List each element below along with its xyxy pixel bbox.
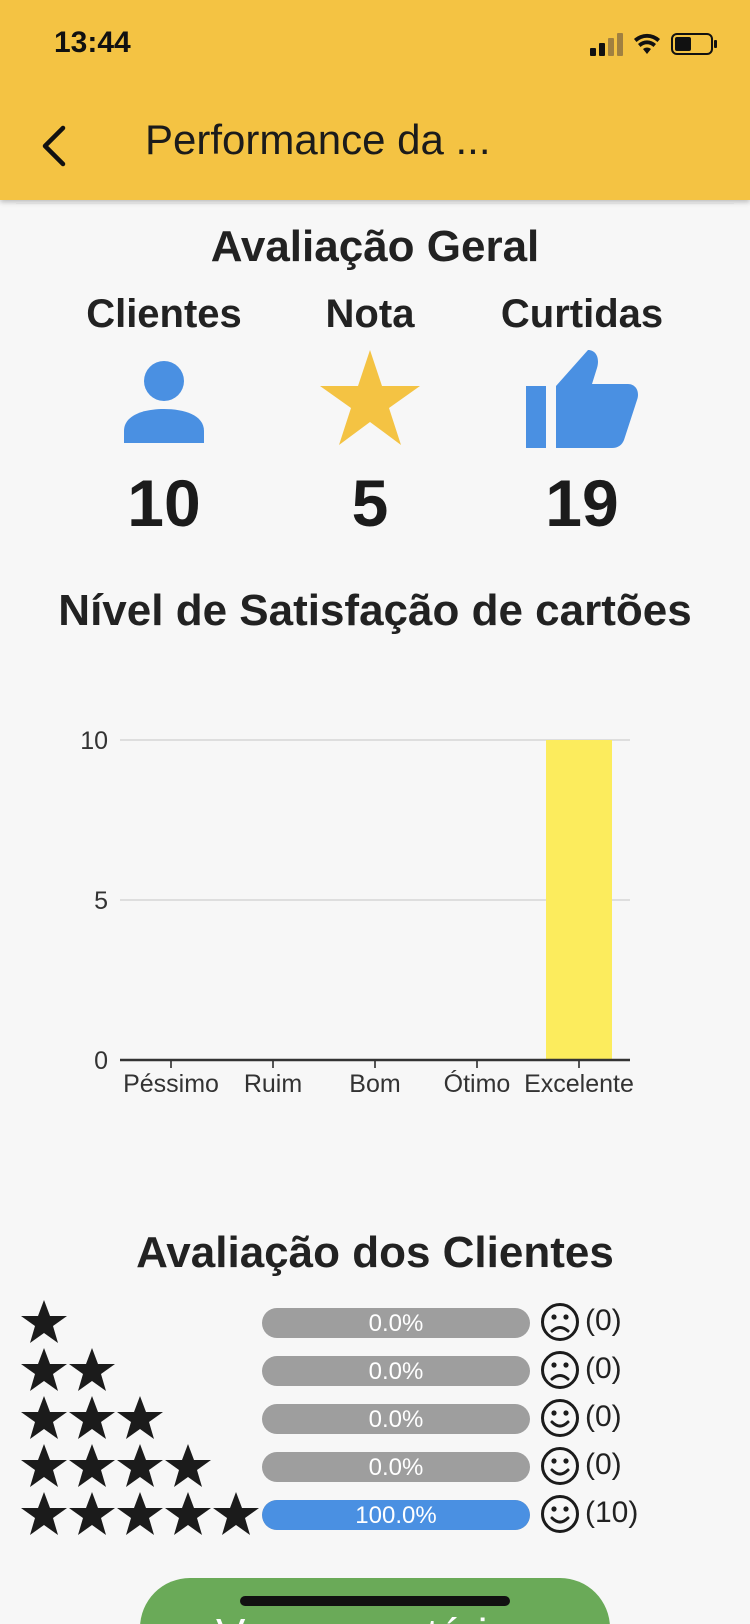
star-rating <box>20 1490 260 1538</box>
person-icon <box>44 343 284 453</box>
metric-value: 10 <box>127 466 201 540</box>
satisfaction-bar-chart: 0 5 10 Péssimo Ruim Bom Ótimo Excelente <box>80 727 634 1098</box>
home-indicator <box>240 1596 510 1606</box>
signal-icon <box>590 33 623 56</box>
rating-count: (0) <box>585 1400 622 1433</box>
rating-row: 0.0% (0) <box>0 1298 750 1346</box>
star-icon <box>69 1348 115 1391</box>
overview-title: Avaliação Geral <box>210 222 540 271</box>
rating-row: 0.0% (0) <box>0 1394 750 1442</box>
star-rating <box>20 1298 68 1346</box>
happy-face-icon <box>541 1447 579 1485</box>
y-tick-label: 5 <box>94 887 108 915</box>
star-rating <box>20 1346 116 1394</box>
star-icon <box>165 1492 211 1535</box>
y-tick-label: 10 <box>80 727 108 755</box>
x-tick-label: Ótimo <box>444 1069 511 1098</box>
metric-likes: Curtidas 19 <box>462 292 702 541</box>
status-icons <box>590 30 720 60</box>
rating-row: 100.0% (10) <box>0 1490 750 1538</box>
star-icon <box>117 1444 163 1487</box>
battery-icon <box>671 33 717 55</box>
happy-face-icon <box>541 1495 579 1533</box>
metric-label: Nota <box>325 292 415 336</box>
star-icon <box>69 1444 115 1487</box>
rating-count: (10) <box>585 1496 639 1529</box>
status-time: 13:44 <box>54 26 131 59</box>
percent-label: 0.0% <box>368 1358 424 1385</box>
percent-label: 0.0% <box>368 1310 424 1337</box>
star-icon <box>165 1444 211 1487</box>
happy-face-icon <box>541 1399 579 1437</box>
star-icon <box>117 1396 163 1439</box>
y-tick-label: 0 <box>94 1047 108 1075</box>
percent-label: 0.0% <box>368 1406 424 1433</box>
rating-count: (0) <box>585 1448 622 1481</box>
satisfaction-title: Nível de Satisfação de cartões <box>58 586 692 635</box>
metric-rating: Nota 5 <box>250 292 490 541</box>
star-icon <box>21 1444 67 1487</box>
chevron-left-icon <box>42 125 66 167</box>
star-rating <box>20 1394 164 1442</box>
progress-bar: 100.0% <box>262 1500 530 1530</box>
metric-label: Curtidas <box>500 292 664 336</box>
back-button[interactable] <box>24 118 84 174</box>
divider <box>16 202 734 204</box>
metric-label: Clientes <box>86 292 242 336</box>
star-icon <box>21 1396 67 1439</box>
rating-count: (0) <box>585 1352 622 1385</box>
star-icon <box>117 1492 163 1535</box>
rating-row: 0.0% (0) <box>0 1346 750 1394</box>
thumbs-up-icon <box>462 343 702 453</box>
bar <box>546 740 612 1060</box>
rating-count: (0) <box>585 1304 622 1337</box>
progress-bar: 0.0% <box>262 1404 530 1434</box>
star-icon <box>213 1492 259 1535</box>
wifi-icon <box>634 33 660 54</box>
progress-bar: 0.0% <box>262 1356 530 1386</box>
progress-bar: 0.0% <box>262 1308 530 1338</box>
metric-value: 5 <box>351 466 389 540</box>
rating-row: 0.0% (0) <box>0 1442 750 1490</box>
app-bar: 13:44 Performance da ... <box>0 0 750 200</box>
star-icon <box>21 1348 67 1391</box>
sad-face-icon <box>541 1303 579 1341</box>
star-icon <box>250 343 490 453</box>
x-tick-label: Ruim <box>244 1070 302 1098</box>
star-icon <box>69 1396 115 1439</box>
percent-label: 100.0% <box>355 1502 437 1529</box>
metric-value: 19 <box>545 466 619 540</box>
star-rating <box>20 1442 212 1490</box>
x-tick-label: Bom <box>349 1070 400 1098</box>
x-tick-label: Excelente <box>524 1070 634 1098</box>
star-icon <box>21 1492 67 1535</box>
metric-clients: Clientes 10 <box>44 292 284 541</box>
star-icon <box>69 1492 115 1535</box>
percent-label: 0.0% <box>368 1454 424 1481</box>
sad-face-icon <box>541 1351 579 1389</box>
x-tick-label: Péssimo <box>123 1070 219 1098</box>
progress-bar: 0.0% <box>262 1452 530 1482</box>
star-icon <box>21 1300 67 1343</box>
client-ratings-title: Avaliação dos Clientes <box>136 1228 614 1277</box>
page-title: Performance da ... <box>145 116 491 163</box>
